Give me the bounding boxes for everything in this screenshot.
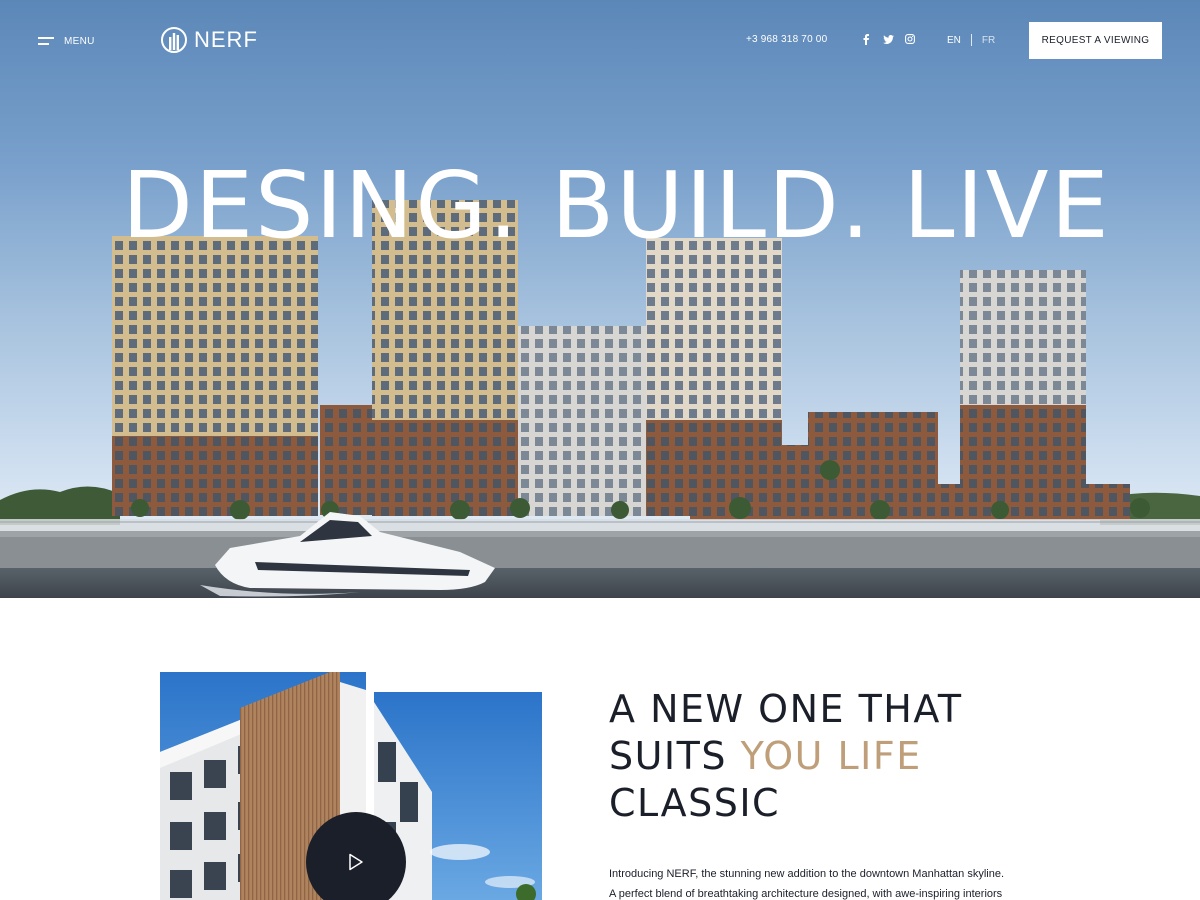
facebook-icon[interactable] [860, 33, 872, 45]
intro-heading-line2: SUITS YOU LIFE [609, 733, 963, 780]
language-divider [970, 34, 972, 46]
play-icon [349, 853, 363, 871]
intro-heading-line3: CLASSIC [609, 781, 781, 825]
top-navigation-bar: MENU NERF +3 968 318 70 00 EN FR REQUEST… [0, 0, 1200, 82]
intro-paragraph-line1: Introducing NERF, the stunning new addit… [609, 868, 1005, 880]
intro-paragraph-line2: A perfect blend of breathtaking architec… [609, 888, 1003, 900]
menu-label: MENU [64, 35, 95, 47]
twitter-icon[interactable] [882, 33, 894, 45]
hamburger-icon [38, 37, 54, 45]
instagram-icon[interactable] [904, 33, 916, 45]
hero-headline: DESING. BUILD. LIVE [122, 152, 1111, 259]
intro-paragraph: Introducing NERF, the stunning new addit… [609, 864, 1029, 900]
intro-heading: A NEW ONE THAT SUITS YOU LIFE CLASSIC [609, 686, 963, 827]
menu-button[interactable]: MENU [38, 32, 95, 50]
social-links [860, 33, 916, 45]
phone-number-link[interactable]: +3 968 318 70 00 [746, 34, 827, 45]
language-switcher: EN FR [947, 34, 995, 46]
intro-heading-accent: YOU LIFE [740, 734, 922, 778]
logo-text: NERF [194, 27, 258, 52]
request-viewing-button[interactable]: REQUEST A VIEWING [1029, 22, 1162, 59]
intro-heading-plain: SUITS [609, 734, 741, 778]
language-en[interactable]: EN [947, 35, 961, 46]
intro-heading-line1: A NEW ONE THAT [609, 687, 963, 731]
logo[interactable]: NERF [160, 26, 258, 54]
logo-mark-icon [161, 27, 187, 53]
hero-background-image [0, 200, 1200, 598]
language-fr[interactable]: FR [982, 35, 995, 46]
hero-section: DESING. BUILD. LIVE MENU NERF +3 968 318… [0, 0, 1200, 598]
